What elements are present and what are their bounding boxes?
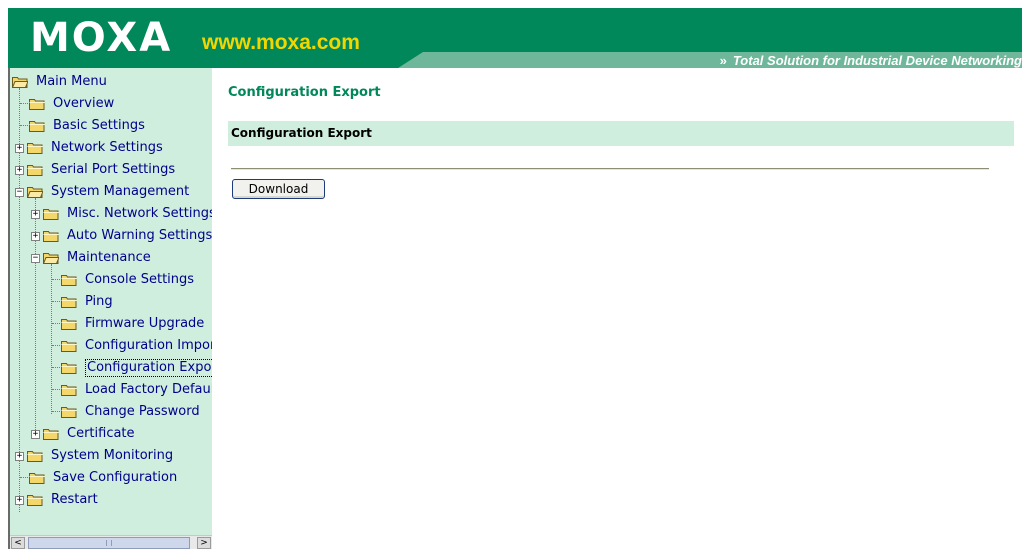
- menu-item-configuration-import[interactable]: Configuration Impor: [61, 335, 212, 357]
- page-title: Configuration Export: [228, 85, 381, 100]
- menu-item-firmware-upgrade[interactable]: Firmware Upgrade: [61, 313, 204, 335]
- folder-icon: [27, 494, 43, 506]
- menu-item-change-password[interactable]: Change Password: [61, 401, 200, 423]
- site-url: www.moxa.com: [202, 31, 360, 54]
- folder-icon: [29, 98, 45, 110]
- folder-icon: [43, 208, 59, 220]
- open-folder-icon: [27, 186, 43, 198]
- menu-item-configuration-export[interactable]: Configuration Export: [61, 357, 212, 379]
- folder-icon: [61, 318, 77, 330]
- grip-icon: [106, 540, 112, 546]
- menu-item-misc-network-settings[interactable]: + Misc. Network Settings: [31, 203, 212, 225]
- menu-label: Misc. Network Settings: [67, 206, 212, 221]
- menu-label: Network Settings: [51, 140, 163, 155]
- menu-label: Firmware Upgrade: [85, 316, 205, 331]
- expand-icon[interactable]: +: [31, 209, 40, 219]
- folder-icon: [29, 472, 45, 484]
- folder-icon: [27, 164, 43, 176]
- menu-item-console-settings[interactable]: Console Settings: [61, 269, 194, 291]
- expand-icon[interactable]: +: [15, 165, 24, 175]
- double-chevron-icon: »: [719, 53, 727, 68]
- tree-guide-line: [51, 264, 52, 414]
- expand-icon[interactable]: +: [15, 451, 24, 461]
- moxa-logo: MOXA: [30, 15, 173, 61]
- menu-label: Configuration Impor: [85, 338, 212, 353]
- scrollbar-thumb[interactable]: [28, 537, 190, 549]
- main-content: Configuration Export Configuration Expor…: [212, 68, 1022, 549]
- folder-icon: [61, 296, 77, 308]
- menu-label: Restart: [51, 492, 98, 507]
- menu-item-network-settings[interactable]: + Network Settings: [15, 137, 163, 159]
- folder-icon: [43, 230, 59, 242]
- folder-icon: [27, 450, 43, 462]
- menu-item-save-configuration[interactable]: Save Configuration: [29, 467, 177, 489]
- collapse-icon[interactable]: −: [31, 253, 40, 263]
- menu-label: Serial Port Settings: [51, 162, 176, 177]
- menu-item-ping[interactable]: Ping: [61, 291, 113, 313]
- folder-icon: [61, 340, 77, 352]
- menu-label: Auto Warning Settings: [67, 228, 212, 243]
- menu-item-system-management[interactable]: − System Management: [15, 181, 189, 203]
- expand-icon[interactable]: +: [15, 143, 24, 153]
- menu-label: Main Menu: [36, 74, 107, 89]
- menu-label: Maintenance: [67, 250, 151, 265]
- folder-icon: [61, 274, 77, 286]
- header-banner: MOXA www.moxa.com » Total Solution for In…: [8, 8, 1022, 68]
- menu-label: Overview: [53, 96, 115, 111]
- folder-icon: [43, 428, 59, 440]
- menu-label: System Management: [51, 184, 190, 199]
- expand-icon[interactable]: +: [15, 495, 24, 505]
- menu-item-serial-port-settings[interactable]: + Serial Port Settings: [15, 159, 175, 181]
- scroll-left-arrow-icon[interactable]: <: [11, 537, 25, 549]
- menu-item-system-monitoring[interactable]: + System Monitoring: [15, 445, 173, 467]
- menu-label: Change Password: [85, 404, 200, 419]
- section-title: Configuration Export: [231, 126, 372, 140]
- menu-label: Basic Settings: [53, 118, 145, 133]
- menu-label: Load Factory Default: [85, 382, 212, 397]
- menu-label: Console Settings: [85, 272, 195, 287]
- menu-label: Save Configuration: [53, 470, 178, 485]
- scroll-right-arrow-icon[interactable]: >: [197, 537, 211, 549]
- menu-label: Configuration Export: [85, 359, 212, 377]
- horizontal-scrollbar[interactable]: < >: [10, 535, 212, 549]
- collapse-icon[interactable]: −: [15, 187, 24, 197]
- divider: [231, 168, 989, 170]
- tagline-text: Total Solution for Industrial Device Net…: [732, 53, 1022, 68]
- folder-icon: [29, 120, 45, 132]
- menu-label: Ping: [85, 294, 113, 309]
- folder-icon: [61, 406, 77, 418]
- navigation-frame: Main Menu Overview Basic Settings + Netw…: [8, 68, 212, 549]
- open-folder-icon: [43, 252, 59, 264]
- expand-icon[interactable]: +: [31, 429, 40, 439]
- menu-item-load-factory-default[interactable]: Load Factory Default: [61, 379, 212, 401]
- folder-icon: [61, 384, 77, 396]
- folder-icon: [27, 142, 43, 154]
- folder-icon: [61, 362, 77, 374]
- menu-item-overview[interactable]: Overview: [29, 93, 114, 115]
- menu-label: System Monitoring: [51, 448, 174, 463]
- menu-item-certificate[interactable]: + Certificate: [31, 423, 135, 445]
- open-folder-icon: [12, 76, 28, 88]
- menu-item-auto-warning-settings[interactable]: + Auto Warning Settings: [31, 225, 212, 247]
- menu-item-main-menu[interactable]: Main Menu: [12, 71, 107, 93]
- download-button[interactable]: Download: [232, 179, 325, 199]
- section-header: Configuration Export: [228, 121, 1014, 146]
- menu-item-restart[interactable]: + Restart: [15, 489, 98, 511]
- menu-item-maintenance[interactable]: − Maintenance: [31, 247, 151, 269]
- expand-icon[interactable]: +: [31, 231, 40, 241]
- tagline: » Total Solution for Industrial Device Ne…: [720, 53, 1022, 68]
- menu-item-basic-settings[interactable]: Basic Settings: [29, 115, 145, 137]
- menu-label: Certificate: [67, 426, 135, 441]
